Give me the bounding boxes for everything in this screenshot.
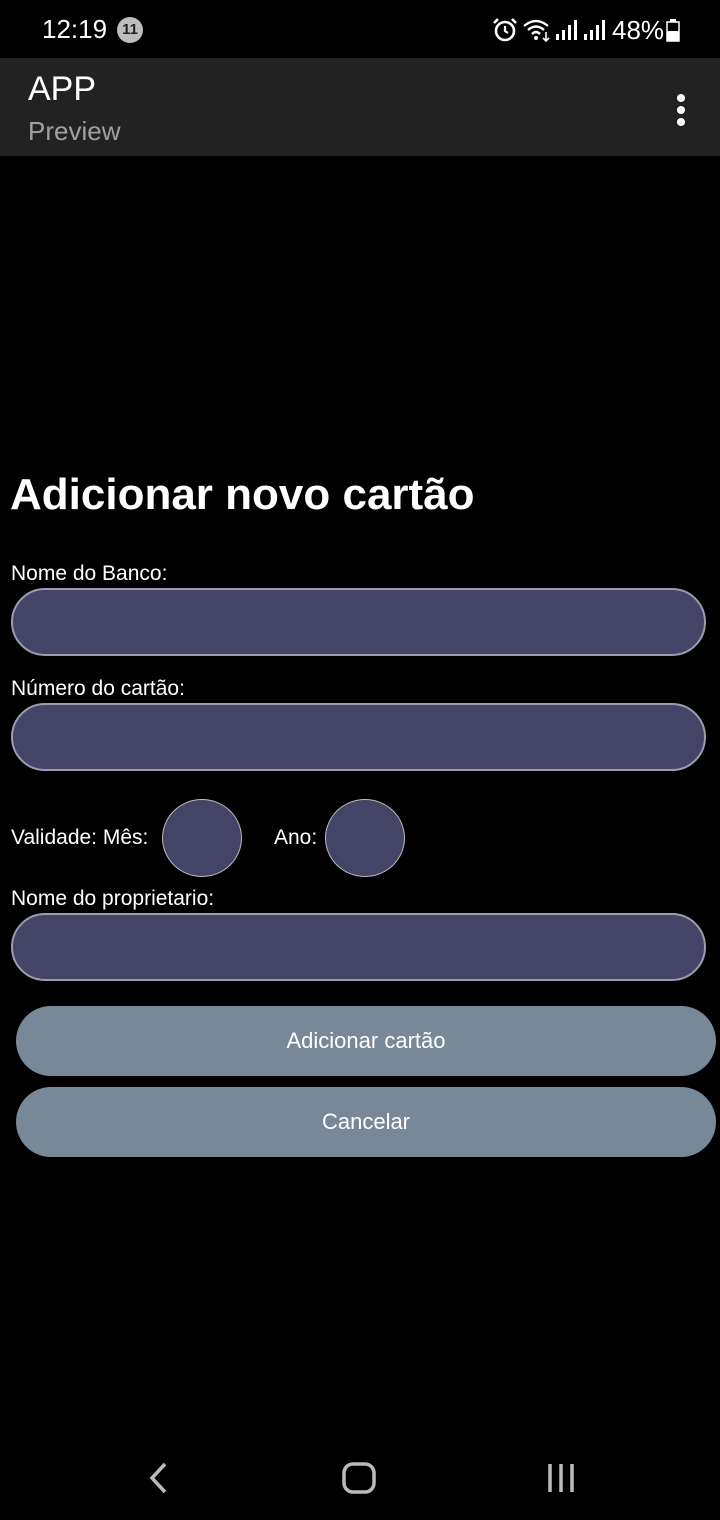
status-bar: 12:19 11 48% — [0, 0, 720, 58]
bank-name-input[interactable] — [11, 588, 706, 656]
page-title: Adicionar novo cartão — [10, 470, 475, 519]
bank-name-label: Nome do Banco: — [11, 562, 168, 585]
system-nav-bar — [0, 1440, 720, 1520]
notification-count-badge: 11 — [117, 17, 143, 43]
card-number-label: Número do cartão: — [11, 677, 185, 700]
app-subtitle: Preview — [28, 116, 121, 146]
home-icon — [342, 1462, 376, 1494]
back-icon — [149, 1462, 167, 1494]
more-vert-icon — [677, 94, 685, 126]
add-card-button[interactable]: Adicionar cartão — [16, 1006, 716, 1076]
status-icons: 48% — [492, 14, 680, 46]
alarm-icon — [493, 18, 517, 42]
overflow-menu-button[interactable] — [664, 88, 698, 132]
app-title: APP — [28, 70, 97, 108]
expiry-month-input[interactable] — [162, 799, 242, 877]
card-number-input[interactable] — [11, 703, 706, 771]
recents-button[interactable] — [544, 1460, 578, 1501]
home-button[interactable] — [341, 1460, 377, 1501]
back-button[interactable] — [146, 1460, 170, 1501]
recents-icon — [548, 1464, 574, 1492]
cancel-button[interactable]: Cancelar — [16, 1087, 716, 1157]
owner-name-label: Nome do proprietario: — [11, 887, 215, 910]
owner-name-input[interactable] — [11, 913, 706, 981]
battery-icon — [666, 19, 680, 42]
expiry-year-label: Ano: — [274, 826, 318, 849]
battery-percent: 48% — [612, 14, 665, 45]
expiry-month-label: Validade: Mês: — [11, 826, 149, 849]
signal-icon — [584, 20, 605, 40]
app-bar: APP Preview — [0, 58, 720, 156]
wifi-icon — [523, 19, 550, 43]
status-time: 12:19 — [42, 14, 108, 44]
signal-icon — [556, 20, 577, 40]
expiry-year-input[interactable] — [325, 799, 405, 877]
